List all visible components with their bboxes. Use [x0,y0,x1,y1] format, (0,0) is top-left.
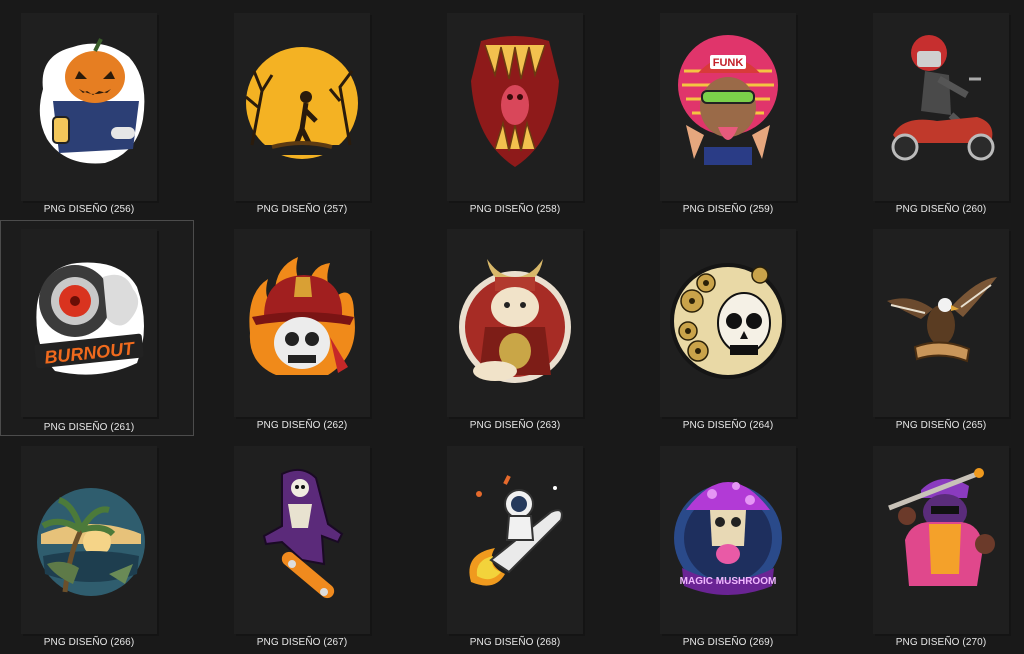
skeleton-scooter-icon [891,35,995,161]
file-thumbnail: MAGIC MUSHROOM [660,446,796,634]
tropical-beach-icon [37,488,145,596]
file-thumbnail: BURNOUT [21,229,157,417]
file-item[interactable]: PNG DISEÑO (270) [852,437,1024,653]
file-thumbnail [234,13,370,201]
file-thumbnail [873,446,1009,634]
file-name-label: PNG DISEÑO (258) [469,204,561,215]
file-name-label: PNG DISEÑO (267) [256,637,348,648]
magic-mushroom-text: MAGIC MUSHROOM [680,576,777,587]
file-item[interactable]: PNG DISEÑO (268) [426,437,620,653]
file-item[interactable]: FUNK PNG DISEÑO (259) [639,4,833,220]
burnout-wheel-icon: BURNOUT [34,262,144,375]
file-thumbnail [21,446,157,634]
file-name-label: PNG DISEÑO (265) [895,420,987,431]
file-thumbnail [873,229,1009,417]
file-name-label: PNG DISEÑO (256) [43,204,135,215]
file-item-selected[interactable]: BURNOUT PNG DISEÑO (261) [0,220,194,436]
file-name-label: PNG DISEÑO (257) [256,204,348,215]
file-thumbnail [234,446,370,634]
file-name-label: PNG DISEÑO (268) [469,637,561,648]
file-thumbnail [873,13,1009,201]
file-item[interactable]: PNG DISEÑO (264) [639,220,833,436]
file-name-label: PNG DISEÑO (259) [682,204,774,215]
file-item[interactable]: PNG DISEÑO (263) [426,220,620,436]
firefighter-skull-icon [249,257,355,375]
file-thumbnail [21,13,157,201]
file-thumbnail [447,446,583,634]
file-item[interactable]: MAGIC MUSHROOM PNG DISEÑO (269) [639,437,833,653]
gorilla-bat-icon [888,468,995,586]
eagle-banner-icon [887,277,997,363]
reaper-skateboard-icon [262,468,344,599]
file-thumbnail: FUNK [660,13,796,201]
samurai-cat-icon [459,259,571,383]
file-item[interactable]: PNG DISEÑO (260) [852,4,1024,220]
file-item[interactable]: PNG DISEÑO (262) [213,220,407,436]
file-thumbnail [447,13,583,201]
astronaut-rocket-icon [469,475,563,586]
magic-mushroom-icon: MAGIC MUSHROOM [674,482,782,595]
file-item[interactable]: PNG DISEÑO (265) [852,220,1024,436]
file-name-label: PNG DISEÑO (270) [895,637,987,648]
funk-monkey-icon: FUNK [678,35,778,165]
monster-mouth-icon [471,36,559,167]
file-item[interactable]: PNG DISEÑO (267) [213,437,407,653]
file-thumbnail [447,229,583,417]
file-name-label: PNG DISEÑO (266) [43,637,135,648]
file-grid: PNG DISEÑO (256) PNG DISEÑO (257) PNG DI… [0,0,1024,654]
file-item[interactable]: PNG DISEÑO (257) [213,4,407,220]
file-name-label: PNG DISEÑO (262) [256,420,348,431]
file-item[interactable]: PNG DISEÑO (256) [0,4,194,220]
pumpkin-lantern-icon [39,38,145,164]
file-thumbnail [660,229,796,417]
file-item[interactable]: PNG DISEÑO (258) [426,4,620,220]
file-name-label: PNG DISEÑO (264) [682,420,774,431]
file-name-label: PNG DISEÑO (269) [682,637,774,648]
file-name-label: PNG DISEÑO (263) [469,420,561,431]
floral-skull-icon [670,263,786,379]
file-name-label: PNG DISEÑO (261) [43,422,135,433]
file-item[interactable]: PNG DISEÑO (266) [0,437,194,653]
zombie-moon-icon [245,47,358,159]
file-thumbnail [234,229,370,417]
funk-text: FUNK [713,57,744,69]
file-name-label: PNG DISEÑO (260) [895,204,987,215]
